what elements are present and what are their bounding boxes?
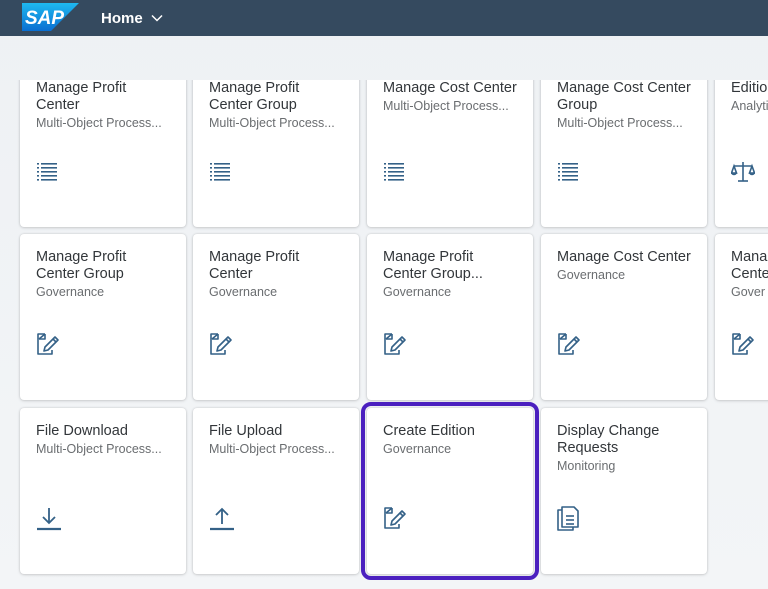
tile-manage-profit-center-gov[interactable]: Manage Profit Center Governance <box>193 234 359 400</box>
list-icon <box>36 160 60 184</box>
tile-subtitle: Gover <box>731 285 766 299</box>
tile-title: File Upload <box>209 423 283 439</box>
edit-document-icon <box>557 332 581 356</box>
tile-title: Manage Cost Center Group <box>557 80 691 113</box>
list-icon <box>209 160 233 184</box>
tile-subtitle: Governance <box>383 442 452 456</box>
tile-title: Manage Profit Center Group <box>209 80 300 113</box>
tile-manage-cost-center-group-mop[interactable]: Manage Cost Center Group Multi-Object Pr… <box>541 80 707 227</box>
tile-manage-profit-center-group-gov[interactable]: Manage Profit Center Group Governance <box>20 234 186 400</box>
tile-title: Manage Profit Center Group... <box>383 249 483 282</box>
chevron-down-icon <box>150 11 164 25</box>
tile-manage-profit-center-group-2-gov[interactable]: Manage Profit Center Group... Governance <box>367 234 533 400</box>
tile-edition-analytics[interactable]: Editio Analyti <box>715 80 768 227</box>
sap-logo[interactable]: SAP <box>22 3 79 31</box>
tile-title: Manage Profit Center Group <box>36 249 127 282</box>
list-icon <box>383 160 407 184</box>
tile-subtitle: Multi-Object Process... <box>36 116 162 130</box>
tile-file-upload[interactable]: File Upload Multi-Object Process... <box>193 408 359 574</box>
tile-file-download[interactable]: File Download Multi-Object Process... <box>20 408 186 574</box>
tile-subtitle: Multi-Object Process... <box>209 116 335 130</box>
tile-create-edition[interactable]: Create Edition Governance <box>361 402 539 580</box>
tile-title: Manage Profit Center <box>36 80 127 113</box>
balance-scale-icon <box>730 160 756 184</box>
documents-icon <box>557 506 581 531</box>
tile-manage-cost-center-group-gov[interactable]: Mana Cente Gover <box>715 234 768 400</box>
tile-display-change-requests[interactable]: Display Change Requests Monitoring <box>541 408 707 574</box>
tile-subtitle: Governance <box>36 285 105 299</box>
tile-title: Manage Profit Center <box>209 249 300 282</box>
upload-icon <box>209 506 234 531</box>
tile-title: Manage Cost Center <box>383 80 517 96</box>
edit-document-icon <box>731 332 755 356</box>
svg-text:SAP: SAP <box>25 8 64 29</box>
tile-subtitle: Multi-Object Process... <box>209 442 335 456</box>
edit-document-icon <box>36 332 60 356</box>
download-icon <box>36 506 61 531</box>
tile-manage-cost-center-mop[interactable]: Manage Cost Center Multi-Object Process.… <box>367 80 533 227</box>
tile-grid: Manage Profit Center Multi-Object Proces… <box>0 80 768 589</box>
tile-subtitle: Governance <box>209 285 278 299</box>
tile-manage-profit-center-group-mop[interactable]: Manage Profit Center Group Multi-Object … <box>193 80 359 227</box>
tile-manage-cost-center-gov[interactable]: Manage Cost Center Governance <box>541 234 707 400</box>
tile-subtitle: Analyti <box>731 99 768 113</box>
tile-title: Mana Cente <box>731 249 768 282</box>
tile-title: Create Edition <box>383 423 475 439</box>
tile-manage-profit-center-mop[interactable]: Manage Profit Center Multi-Object Proces… <box>20 80 186 227</box>
edit-document-icon <box>383 332 407 356</box>
home-label: Home <box>101 9 143 27</box>
tile-subtitle: Monitoring <box>557 459 616 473</box>
edit-document-icon <box>383 506 407 530</box>
shell-bar: SAP Home <box>0 0 768 36</box>
tile-subtitle: Multi-Object Process... <box>36 442 162 456</box>
tile-title: Manage Cost Center <box>557 249 691 265</box>
list-icon <box>557 160 581 184</box>
tile-subtitle: Multi-Object Process... <box>383 99 509 113</box>
home-menu-button[interactable]: Home <box>101 0 164 36</box>
tile-title: File Download <box>36 423 128 439</box>
edit-document-icon <box>209 332 233 356</box>
tile-subtitle: Governance <box>383 285 452 299</box>
tile-title: Display Change Requests <box>557 423 660 456</box>
tile-subtitle: Multi-Object Process... <box>557 116 683 130</box>
tile-title: Editio <box>731 80 768 96</box>
tile-subtitle: Governance <box>557 268 626 282</box>
